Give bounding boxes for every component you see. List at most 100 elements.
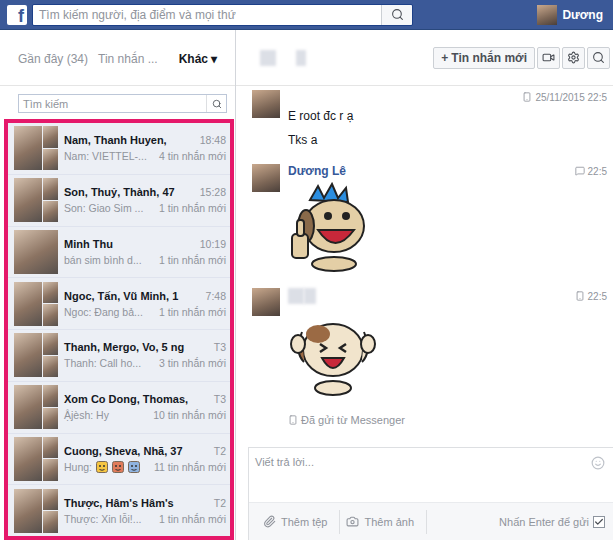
conversation-body: Ngoc, Tấn, Vũ Minh, 17:48Ngoc: Đang bả..… [64, 290, 226, 318]
user-avatar [537, 5, 557, 25]
conversation-body: Thược, Hâm's Hâm'sT2Thược: Xin lỗi!...1 … [64, 497, 226, 525]
message: Dương Lê 22:5 [252, 164, 607, 272]
unread-count: 1 tin nhắn mới [159, 513, 226, 525]
conversation-item[interactable]: Xom Co Dong, Thomas,T3Ậjèsh: Hy10 tin nh… [8, 382, 230, 434]
conversation-pane: +Tin nhắn mới25/11/2015 22:5E root đc r … [236, 30, 613, 540]
video-call-button[interactable] [537, 47, 560, 69]
chat-icon [575, 166, 585, 176]
avatar-photo [14, 178, 42, 222]
avatar-photo [43, 282, 58, 304]
conversation-avatar [14, 333, 58, 377]
message-text: Tks a [288, 132, 607, 148]
avatar-photo [43, 459, 58, 481]
conversation-time: T3 [214, 393, 226, 405]
search-icon [592, 51, 605, 64]
reply-composer: Viết trả lời... Thêm tệpThêm ảnh Nhấn Ente… [248, 447, 613, 540]
conversation-header: +Tin nhắn mới [236, 30, 613, 86]
global-search-button[interactable] [381, 5, 412, 25]
avatar-photo [43, 408, 58, 430]
search-icon [391, 8, 404, 21]
new-message-button[interactable]: +Tin nhắn mới [433, 47, 535, 69]
conversation-body: Cuong, Sheva, Nhã, 37T2Hung:11 tin nhắn … [64, 445, 226, 473]
conversation-avatar [14, 437, 58, 481]
header-actions: +Tin nhắn mới [433, 47, 610, 69]
video-camera-icon [542, 51, 555, 64]
inbox-search-input[interactable]: Tìm kiếm [19, 95, 206, 112]
attach-file-button[interactable]: Thêm tệp [257, 510, 340, 534]
conversation-time: 10:19 [200, 238, 226, 250]
conversation-name: Nam, Thanh Huyen, [64, 134, 167, 146]
emoji-icon [128, 461, 140, 473]
sender-name[interactable]: Dương Lê [288, 164, 346, 178]
inbox-tab[interactable]: Gần đây (34) [18, 52, 88, 66]
conversation-avatar [14, 489, 58, 533]
avatar-photo [43, 489, 58, 511]
avatar-photo [43, 385, 58, 407]
conversation-body: Minh Thu10:19bán sim bình d...1 tin nhắn… [64, 238, 226, 266]
hidden-sender-name [288, 288, 304, 304]
thumbs-up-dog-sticker-icon [288, 182, 378, 272]
conversation-time: 15:28 [200, 186, 226, 198]
conversation-preview: Thược: Xin lỗi!... [64, 513, 142, 525]
conversation-preview: Hung: [64, 461, 92, 473]
sent-from-label: Đã gửi từ Messenger [288, 414, 607, 426]
check-icon [594, 517, 604, 527]
conversation-preview: Ngoc: Đang bả... [64, 306, 143, 318]
conversation-time: 7:48 [206, 290, 226, 302]
conversation-name: Son, Thuỷ, Thành, 47 [64, 186, 175, 198]
message-text: E root đc r ạ [288, 108, 607, 124]
conversation-item[interactable]: Minh Thu10:19bán sim bình d...1 tin nhắn… [8, 227, 230, 279]
hidden-recipient-name [296, 50, 306, 66]
conversation-item[interactable]: Thược, Hâm's Hâm'sT2Thược: Xin lỗi!...1 … [8, 485, 230, 536]
inbox-tab[interactable]: Tin nhắn ... [98, 52, 158, 66]
plus-icon: + [441, 51, 448, 65]
avatar-photo [43, 149, 58, 171]
message-time: 22:5 [575, 166, 607, 177]
conversation-item[interactable]: Cuong, Sheva, Nhã, 37T2Hung:11 tin nhắn … [8, 434, 230, 486]
unread-count: 10 tin nhắn mới [153, 409, 226, 421]
user-profile-link[interactable]: Dương [537, 5, 603, 25]
avatar-photo [43, 511, 58, 533]
conversation-body: Thanh, Mergo, Vo, 5 ngT3Thanh: Call ho..… [64, 341, 226, 369]
enter-to-send-checkbox[interactable] [593, 516, 605, 528]
conversation-body: Xom Co Dong, Thomas,T3Ậjèsh: Hy10 tin nh… [64, 393, 226, 421]
conversation-name: Thanh, Mergo, Vo, 5 ng [64, 341, 184, 353]
inbox-search-button[interactable] [206, 95, 226, 112]
messages-page: f Tìm kiếm người, địa điểm và mọi thứ Dươn… [0, 0, 613, 540]
avatar-photo [14, 437, 42, 481]
emoji-icon [96, 461, 108, 473]
search-conversation-button[interactable] [587, 47, 610, 69]
conversation-body: Son, Thuỷ, Thành, 4715:28Son: Giao Sim .… [64, 186, 226, 214]
conversation-name: Minh Thu [64, 238, 113, 250]
inbox-tabs: Gần đây (34) Tin nhắn ... Khác▾ [0, 30, 235, 86]
conversation-preview: Thanh: Call ho... [64, 357, 141, 369]
cheering-dog-sticker-icon [288, 308, 378, 398]
global-search: Tìm kiếm người, địa điểm và mọi thứ [32, 4, 413, 26]
sender-avatar [252, 90, 280, 118]
sender-avatar [252, 288, 280, 316]
user-name: Dương [562, 8, 603, 22]
reply-input[interactable]: Viết trả lời... [249, 448, 613, 502]
facebook-logo[interactable]: f [7, 5, 27, 25]
attach-photo-button[interactable]: Thêm ảnh [340, 510, 427, 534]
settings-button[interactable] [562, 47, 585, 69]
conversation-item[interactable]: Nam, Thanh Huyen,18:48Nam: VIETTEL-...4 … [8, 123, 230, 175]
gear-icon [567, 51, 580, 64]
avatar-photo [43, 356, 58, 378]
phone-icon [288, 415, 298, 425]
avatar-photo [43, 126, 58, 148]
conversation-item[interactable]: Son, Thuỷ, Thành, 4715:28Son: Giao Sim .… [8, 175, 230, 227]
conversation-item[interactable]: Thanh, Mergo, Vo, 5 ngT3Thanh: Call ho..… [8, 330, 230, 382]
more-dropdown[interactable]: Khác▾ [179, 52, 217, 66]
avatar-photo [14, 282, 42, 326]
global-search-input[interactable]: Tìm kiếm người, địa điểm và mọi thứ [33, 5, 381, 25]
paperclip-icon [263, 515, 276, 528]
dropdown-arrow-icon: ▾ [211, 52, 217, 66]
conversation-name: Xom Co Dong, Thomas, [64, 393, 188, 405]
conversation-time: T2 [214, 445, 226, 457]
enter-to-send-option: Nhấn Enter để gửi [499, 516, 605, 528]
conversation-item[interactable]: Ngoc, Tấn, Vũ Minh, 17:48Ngoc: Đang bả..… [8, 278, 230, 330]
smiley-icon[interactable] [591, 456, 605, 470]
conversation-avatar [14, 178, 58, 222]
message-list: 25/11/2015 22:5E root đc r ạTks aDương L… [236, 86, 613, 447]
